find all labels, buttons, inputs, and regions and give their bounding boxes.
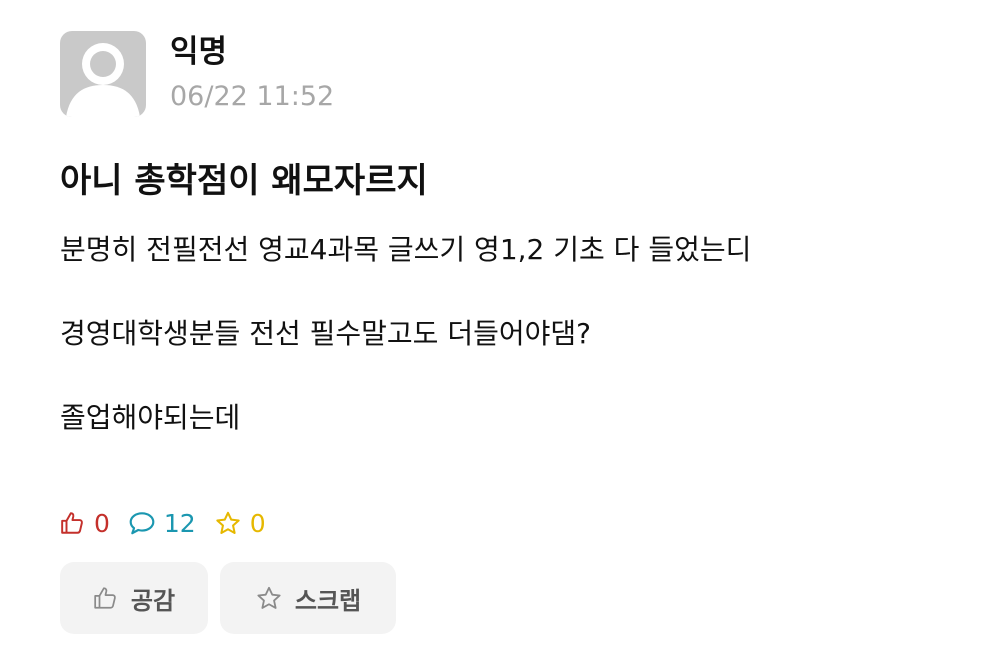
like-count: 0 [60, 509, 110, 538]
comment-count-value: 12 [163, 508, 196, 538]
post-timestamp: 06/22 11:52 [170, 81, 335, 112]
post: 익명 06/22 11:52 아니 총학점이 왜모자르지 분명히 전필전선 영교… [60, 28, 960, 482]
scrap-count-value: 0 [249, 508, 266, 538]
post-stats: 0 12 0 [60, 508, 284, 538]
comment-count: 12 [128, 509, 196, 538]
post-body-line: 졸업해야되는데 [60, 401, 241, 434]
like-button[interactable]: 공감 [60, 562, 208, 634]
like-button-label: 공감 [130, 586, 176, 615]
scrap-count: 0 [214, 509, 266, 538]
thumbs-up-icon [94, 587, 116, 609]
post-title: 아니 총학점이 왜모자르지 [60, 161, 428, 201]
post-body-line: 분명히 전필전선 영교4과목 글쓰기 영1,2 기초 다 들었는디 [60, 233, 752, 266]
thumbs-up-icon [61, 512, 83, 534]
post-actions: 공감 스크랩 [60, 562, 408, 634]
star-icon [216, 511, 240, 534]
avatar[interactable] [60, 31, 146, 117]
post-body-line: 경영대학생분들 전선 필수말고도 더들어야댐? [60, 317, 592, 350]
post-meta: 익명 06/22 11:52 [170, 32, 334, 116]
scrap-button-label: 스크랩 [294, 586, 362, 615]
like-count-value: 0 [94, 508, 110, 538]
scrap-button[interactable]: 스크랩 [220, 562, 396, 634]
speech-bubble-icon [129, 512, 155, 535]
anonymous-user-icon [66, 43, 140, 117]
author-name: 익명 [170, 34, 228, 70]
post-body: 분명히 전필전선 영교4과목 글쓰기 영1,2 기초 다 들었는디 경영대학생분… [60, 230, 960, 438]
star-icon [257, 586, 281, 609]
post-header: 익명 06/22 11:52 [60, 28, 960, 120]
